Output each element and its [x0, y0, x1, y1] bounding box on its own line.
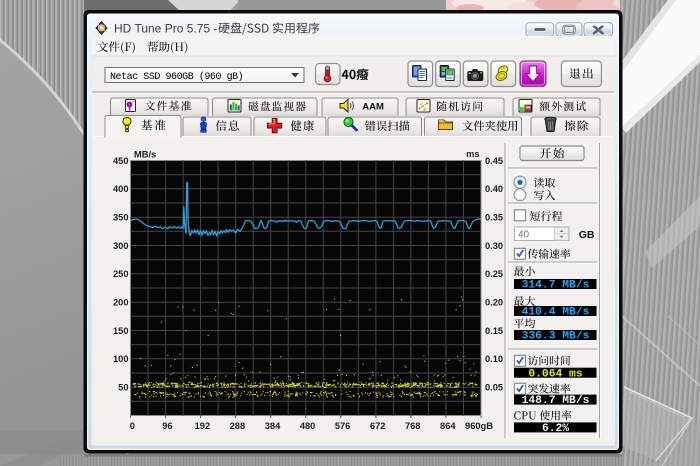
svg-text:Netac SSD 960GB (960 gB): Netac SSD 960GB (960 gB)	[110, 71, 243, 83]
svg-text:148.7 MB/s: 148.7 MB/s	[522, 395, 590, 407]
svg-text:300: 300	[113, 241, 129, 251]
svg-text:768: 768	[405, 421, 421, 431]
svg-text:864: 864	[440, 421, 456, 431]
svg-text:6.2%: 6.2%	[542, 423, 569, 435]
svg-text:672: 672	[370, 421, 386, 431]
svg-text:576: 576	[335, 421, 351, 431]
svg-text:0.20: 0.20	[485, 298, 503, 308]
svg-text:450: 450	[113, 156, 129, 166]
svg-text:410.4 MB/s: 410.4 MB/s	[522, 307, 590, 319]
svg-text:ms: ms	[466, 149, 479, 159]
svg-text:336.3 MB/s: 336.3 MB/s	[522, 331, 590, 343]
svg-text:200: 200	[113, 298, 129, 308]
svg-text:40: 40	[518, 229, 530, 240]
svg-text:150: 150	[113, 326, 129, 336]
svg-text:288: 288	[230, 421, 246, 431]
svg-text:192: 192	[195, 421, 211, 431]
svg-text:314.7 MB/s: 314.7 MB/s	[522, 280, 590, 292]
svg-text:0.45: 0.45	[485, 156, 503, 166]
svg-text:0.15: 0.15	[485, 326, 503, 336]
svg-text:0: 0	[130, 421, 135, 431]
svg-text:960gB: 960gB	[465, 421, 493, 431]
svg-text:GB: GB	[579, 229, 595, 241]
svg-text:0.05: 0.05	[485, 383, 503, 393]
svg-text:0.25: 0.25	[485, 269, 503, 279]
svg-text:0.10: 0.10	[485, 354, 503, 364]
svg-text:480: 480	[300, 421, 316, 431]
svg-text:MB/s: MB/s	[134, 150, 156, 160]
svg-text:96: 96	[162, 421, 172, 431]
svg-text:50: 50	[118, 383, 128, 393]
svg-text:350: 350	[113, 213, 129, 223]
svg-text:0.40: 0.40	[485, 184, 503, 194]
svg-text:AAM: AAM	[362, 102, 384, 113]
svg-text:384: 384	[265, 421, 281, 431]
svg-text:0.064 ms: 0.064 ms	[528, 368, 582, 380]
svg-text:0.35: 0.35	[485, 213, 503, 223]
svg-text:400: 400	[113, 184, 129, 194]
svg-text:0.30: 0.30	[485, 241, 503, 251]
svg-text:100: 100	[113, 354, 129, 364]
svg-text:HD Tune Pro 5.75 -: HD Tune Pro 5.75 -	[114, 22, 217, 36]
svg-text:250: 250	[113, 269, 129, 279]
